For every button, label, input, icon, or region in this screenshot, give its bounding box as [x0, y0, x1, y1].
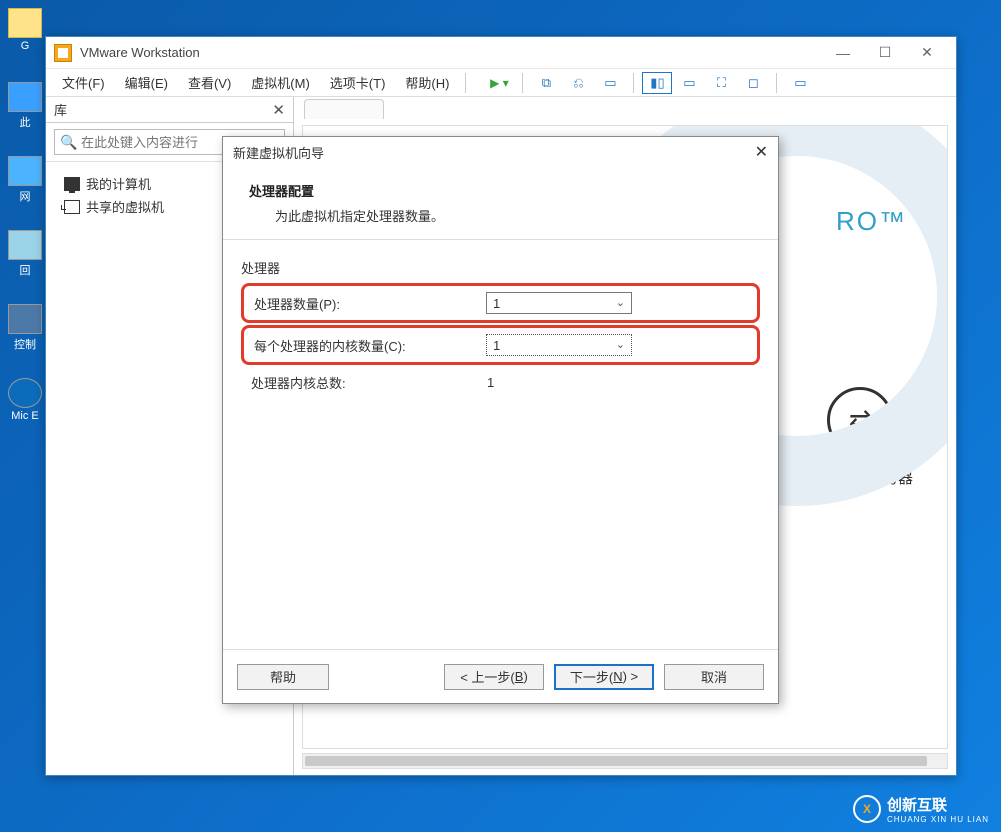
back-button[interactable]: < 上一步(B) [444, 664, 544, 690]
dialog-heading: 处理器配置 [249, 181, 752, 200]
chevron-down-icon: ⌄ [616, 338, 625, 351]
folder-icon[interactable]: G [3, 8, 47, 64]
menu-tabs[interactable]: 选项卡(T) [320, 70, 396, 95]
menu-view[interactable]: 查看(V) [178, 70, 241, 95]
cancel-button[interactable]: 取消 [664, 664, 764, 690]
horizontal-scrollbar[interactable] [302, 753, 948, 769]
new-vm-wizard-dialog: 新建虚拟机向导 ✕ 处理器配置 为此虚拟机指定处理器数量。 处理器 处理器数量(… [222, 136, 779, 704]
dialog-header: 处理器配置 为此虚拟机指定处理器数量。 [223, 167, 778, 240]
computer-icon [64, 177, 80, 191]
menu-edit[interactable]: 编辑(E) [115, 70, 178, 95]
toolbar: ▶ ▾ ⧉ ⎌ ▭ ▮▯ ▭ ⛶ ◻ ▭ [484, 72, 815, 94]
thispc-icon[interactable]: 此 [3, 82, 47, 138]
dialog-footer: 帮助 < 上一步(B) 下一步(N) > 取消 [223, 649, 778, 703]
dialog-close-icon[interactable]: ✕ [755, 142, 768, 162]
fullscreen-icon[interactable]: ⛶ [706, 72, 736, 94]
home-tab[interactable] [304, 99, 384, 119]
minimize-button[interactable]: — [822, 38, 864, 68]
fit-icon[interactable]: ▭ [595, 72, 625, 94]
poweron-icon[interactable]: ▶ ▾ [484, 72, 514, 94]
sidebar-toggle-icon[interactable]: ▮▯ [642, 72, 672, 94]
total-cores-label: 处理器内核总数: [251, 373, 483, 392]
dialog-subheading: 为此虚拟机指定处理器数量。 [249, 206, 752, 225]
snapshot-icon[interactable]: ⧉ [531, 72, 561, 94]
watermark-logo-icon: X [853, 795, 881, 823]
thumbnail-icon[interactable]: ▭ [674, 72, 704, 94]
sidebar-header: 库 ✕ [46, 97, 293, 123]
sidebar-close-icon[interactable]: ✕ [272, 101, 285, 119]
dialog-titlebar: 新建虚拟机向导 ✕ [223, 137, 778, 167]
menu-help[interactable]: 帮助(H) [395, 70, 459, 95]
unity-icon[interactable]: ◻ [738, 72, 768, 94]
processor-count-label: 处理器数量(P): [254, 294, 486, 313]
title-bar: VMware Workstation — ☐ ✕ [46, 37, 956, 69]
menu-vm[interactable]: 虚拟机(M) [241, 70, 320, 95]
total-cores-row: 处理器内核总数: 1 [241, 367, 760, 398]
new-tab-icon[interactable]: ▭ [785, 72, 815, 94]
app-logo-icon [54, 44, 72, 62]
menu-file[interactable]: 文件(F) [52, 70, 115, 95]
chevron-down-icon: ⌄ [616, 296, 625, 309]
close-button[interactable]: ✕ [906, 38, 948, 68]
search-icon: 🔍 [60, 134, 77, 151]
desktop-icons: G 此 网 回 控制 Mic E [0, 0, 50, 832]
cores-per-processor-select[interactable]: 1⌄ [486, 334, 632, 356]
connect-remote-server[interactable]: ⇄ 连接远程服务器 [808, 387, 913, 488]
dialog-body: 处理器 处理器数量(P): 1⌄ 每个处理器的内核数量(C): 1⌄ 处理器内核… [223, 240, 778, 649]
next-button[interactable]: 下一步(N) > [554, 664, 654, 690]
window-title: VMware Workstation [80, 45, 822, 60]
help-button[interactable]: 帮助 [237, 664, 329, 690]
maximize-button[interactable]: ☐ [864, 38, 906, 68]
total-cores-value: 1 [483, 375, 494, 390]
processor-count-row-highlight: 处理器数量(P): 1⌄ [241, 283, 760, 323]
cores-per-processor-label: 每个处理器的内核数量(C): [254, 336, 486, 355]
processor-count-select[interactable]: 1⌄ [486, 292, 632, 314]
menu-bar: 文件(F) 编辑(E) 查看(V) 虚拟机(M) 选项卡(T) 帮助(H) ▶ … [46, 69, 956, 97]
watermark: X 创新互联 CHUANG XIN HU LIAN [853, 794, 989, 824]
pro-badge: RO™ [836, 206, 907, 237]
recyclebin-icon[interactable]: 回 [3, 230, 47, 286]
remote-server-icon: ⇄ [827, 387, 893, 453]
network-icon[interactable]: 网 [3, 156, 47, 212]
snapshot-manage-icon[interactable]: ⎌ [563, 72, 593, 94]
controlpanel-icon[interactable]: 控制 [3, 304, 47, 360]
cores-per-processor-row-highlight: 每个处理器的内核数量(C): 1⌄ [241, 325, 760, 365]
edge-icon[interactable]: Mic E [3, 378, 47, 434]
shared-icon [64, 200, 80, 214]
processors-group-label: 处理器 [241, 258, 760, 277]
